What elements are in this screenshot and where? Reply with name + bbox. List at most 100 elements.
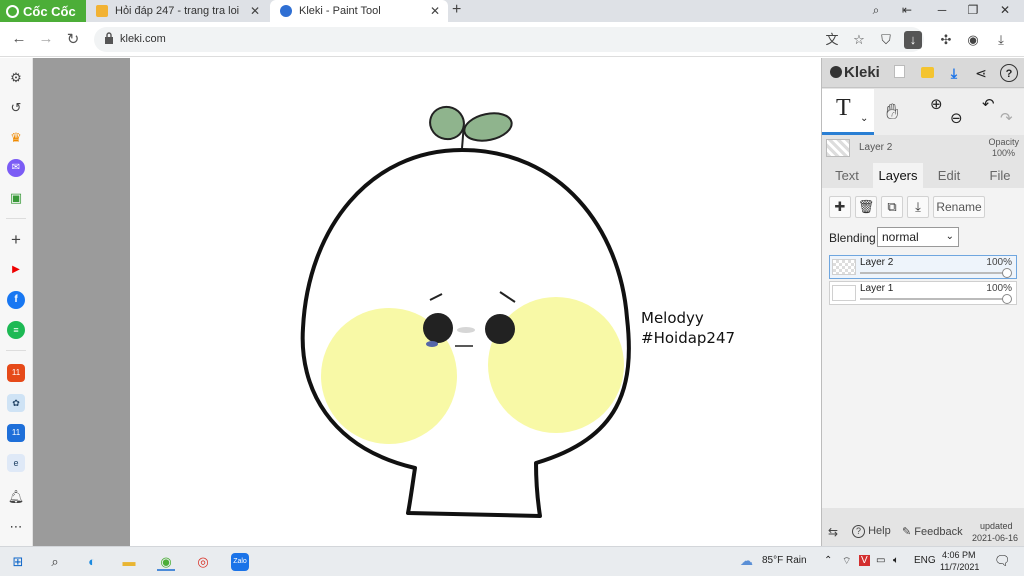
download-ext-icon[interactable]: ↓: [904, 31, 922, 49]
chevron-up-icon[interactable]: ⌃: [824, 555, 832, 566]
vpn-app-icon[interactable]: V: [859, 555, 870, 566]
layer-item[interactable]: Layer 1 100%: [829, 281, 1017, 305]
messenger-icon[interactable]: ✉: [7, 159, 25, 177]
brand-label: Cốc Cốc: [23, 3, 76, 19]
bookmark-star-icon[interactable]: ☆: [850, 31, 868, 49]
help-circle-icon[interactable]: ?: [1000, 64, 1018, 82]
signature-name: Melodyy: [641, 309, 704, 327]
more-icon[interactable]: ⋯: [7, 518, 25, 536]
zalo-icon[interactable]: Zalo: [231, 553, 249, 571]
coccoc-taskbar-icon[interactable]: ◉: [157, 553, 175, 571]
tab-edit[interactable]: Edit: [924, 163, 974, 188]
layer-thumbnail: [832, 285, 856, 301]
shield-icon[interactable]: ⛉: [877, 31, 895, 49]
reload-icon[interactable]: ↻: [64, 30, 82, 48]
drawing-canvas[interactable]: Melodyy #Hoidap247: [130, 58, 821, 546]
slider-knob[interactable]: [1002, 268, 1012, 278]
share-icon[interactable]: ⋖: [972, 64, 990, 82]
merge-down-icon[interactable]: ⤓: [907, 196, 929, 218]
clock-time[interactable]: 4:06 PM: [942, 550, 976, 560]
hoidap-favicon-icon: [96, 5, 108, 17]
tab-hoidap[interactable]: Hỏi đáp 247 - trang tra loi ✕: [86, 0, 268, 22]
notification-icon[interactable]: 🗨︎: [994, 553, 1011, 569]
new-file-icon[interactable]: [890, 64, 908, 82]
back-tabs-icon[interactable]: ⇤: [897, 3, 917, 17]
chrome-icon[interactable]: ◎: [194, 553, 212, 571]
zoom-out-icon[interactable]: ⊖: [950, 109, 963, 127]
layer-item[interactable]: Layer 2 100%: [829, 255, 1017, 279]
add-layer-icon[interactable]: ✚: [829, 196, 851, 218]
news-icon[interactable]: e: [7, 454, 25, 472]
tab-layers[interactable]: Layers: [873, 163, 923, 188]
shop-icon[interactable]: 11: [7, 364, 25, 382]
tab-text[interactable]: Text: [822, 163, 872, 188]
app-icon[interactable]: ✿: [7, 394, 25, 412]
edge-icon[interactable]: ◐: [83, 553, 101, 571]
profile-icon[interactable]: ◉: [964, 31, 982, 49]
youtube-icon[interactable]: ▶: [7, 261, 25, 279]
monitor-icon[interactable]: ▭: [876, 555, 885, 566]
updated-date: 2021-06-16: [972, 533, 1019, 543]
bell-icon[interactable]: 🔔︎: [7, 488, 25, 506]
sale-icon[interactable]: 11: [7, 424, 25, 442]
tab-search-icon[interactable]: ⌕: [866, 3, 886, 18]
blending-select[interactable]: normal ⌄: [877, 227, 959, 247]
layer-opacity-slider[interactable]: [860, 272, 1006, 274]
windows-start-icon[interactable]: ⊞: [9, 553, 27, 571]
address-bar[interactable]: kleki.com: [94, 27, 924, 52]
network-icon[interactable]: ⌔: [842, 555, 851, 568]
help-link[interactable]: ? Help: [852, 525, 891, 538]
weather-text[interactable]: 85°F Rain: [762, 555, 807, 566]
kleki-logo-text: Kleki: [844, 64, 880, 81]
zoom-in-icon[interactable]: ⊕: [930, 95, 943, 113]
translate-icon[interactable]: 文: [823, 31, 841, 49]
layer-opacity-slider[interactable]: [860, 298, 1006, 300]
close-tab-icon[interactable]: ✕: [250, 4, 260, 18]
forward-arrow-icon[interactable]: →: [37, 30, 55, 47]
open-folder-icon[interactable]: [918, 64, 936, 82]
close-tab-icon[interactable]: ✕: [430, 4, 440, 18]
redo-icon[interactable]: ↷: [1000, 109, 1013, 127]
rename-button[interactable]: Rename: [933, 196, 985, 218]
feedback-link[interactable]: ✎ Feedback: [902, 525, 963, 538]
signature-tag: #Hoidap247: [641, 329, 736, 347]
language-indicator[interactable]: ENG: [914, 555, 936, 566]
speaker-icon[interactable]: 🔈︎: [893, 555, 899, 566]
maximize-icon[interactable]: ❐: [963, 3, 983, 17]
back-arrow-icon[interactable]: ←: [10, 30, 28, 47]
hand-tool-icon[interactable]: ✋︎: [886, 99, 899, 125]
facebook-icon[interactable]: f: [7, 291, 25, 309]
clock-date[interactable]: 11/7/2021: [940, 562, 979, 572]
close-icon[interactable]: ✕: [995, 3, 1015, 17]
gear-icon[interactable]: ⚙: [7, 69, 25, 87]
swap-side-icon[interactable]: ⇆: [828, 525, 838, 539]
extensions-puzzle-icon[interactable]: ✣: [937, 31, 955, 49]
game-icon[interactable]: ▣: [7, 189, 25, 207]
undo-icon[interactable]: ↶: [982, 95, 995, 113]
spotify-icon[interactable]: ≡: [7, 321, 25, 339]
downloads-icon[interactable]: ⤓: [992, 31, 1010, 49]
delete-layer-icon[interactable]: 🗑︎: [855, 196, 877, 218]
coccoc-brand[interactable]: Cốc Cốc: [0, 0, 86, 22]
crown-icon[interactable]: ♛: [7, 129, 25, 147]
lock-icon: [105, 32, 113, 44]
download-icon[interactable]: ⤓: [945, 64, 963, 82]
search-icon[interactable]: ⌕: [46, 553, 64, 571]
layer-opacity: 100%: [986, 283, 1012, 294]
weather-icon[interactable]: ☁: [740, 553, 753, 569]
add-icon[interactable]: +: [7, 231, 25, 249]
tool-row: T ⌄ ✋︎ ⊕ ⊖ ↶ ↷: [822, 89, 1024, 135]
new-tab-button[interactable]: +: [452, 1, 461, 19]
slider-knob[interactable]: [1002, 294, 1012, 304]
minimize-icon[interactable]: ─: [932, 3, 952, 17]
tab-kleki[interactable]: Kleki - Paint Tool ✕: [270, 0, 448, 22]
text-tool-button[interactable]: T ⌄: [822, 89, 874, 135]
file-explorer-icon[interactable]: ▬: [120, 553, 138, 571]
chevron-down-icon: ⌄: [860, 113, 869, 124]
kleki-logo-icon: [830, 66, 842, 78]
layer-name: Layer 1: [860, 283, 894, 294]
tab-file[interactable]: File: [975, 163, 1024, 188]
history-icon[interactable]: ↺: [7, 99, 25, 117]
duplicate-layer-icon[interactable]: ⧉: [881, 196, 903, 218]
chevron-down-icon: ⌄: [945, 231, 954, 242]
